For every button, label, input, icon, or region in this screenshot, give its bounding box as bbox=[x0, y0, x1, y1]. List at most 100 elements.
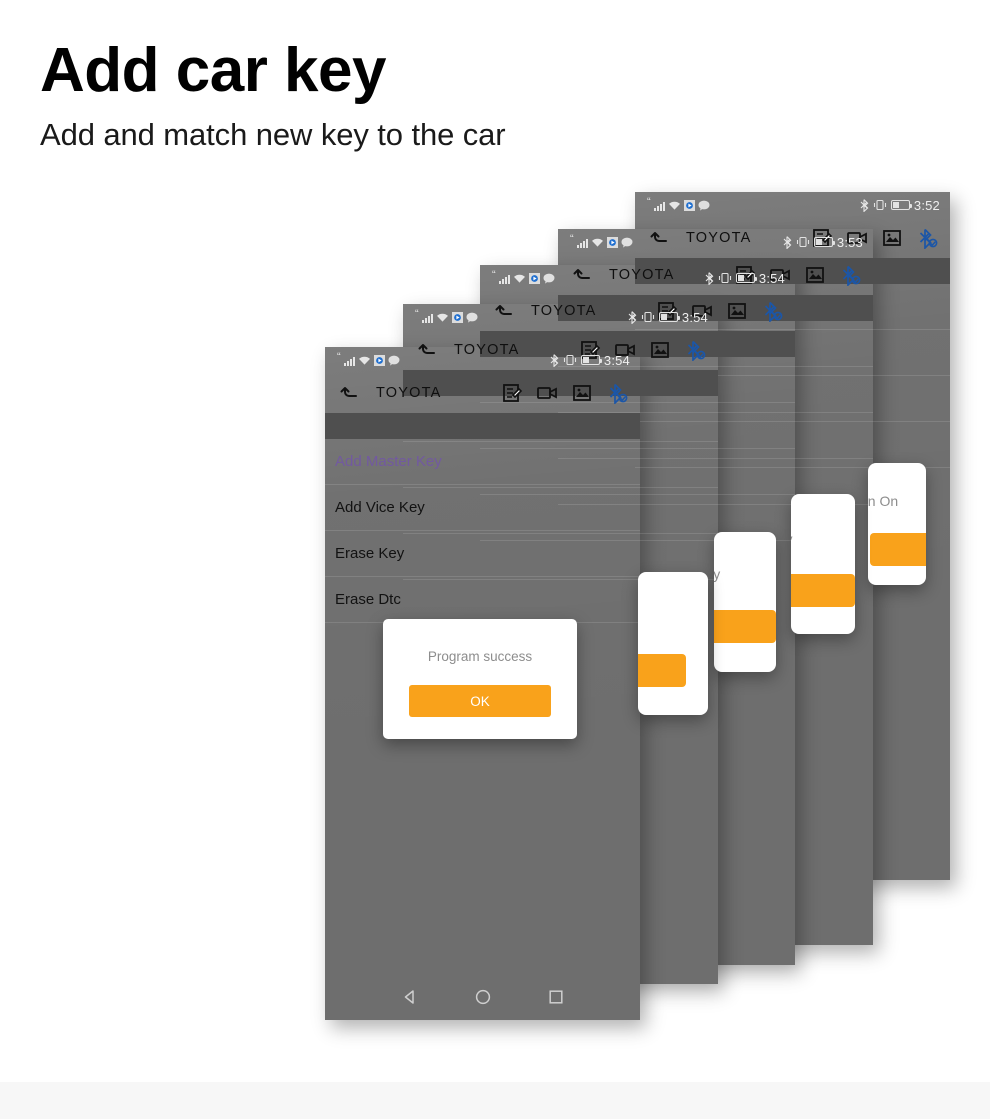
status-bar-right: 3:54 bbox=[705, 271, 785, 286]
dialog-phone-5: on On bbox=[868, 463, 926, 585]
image-icon[interactable] bbox=[571, 382, 593, 404]
battery-icon bbox=[580, 355, 602, 365]
menu-item-add-master-key[interactable]: Add Master Key bbox=[325, 439, 640, 485]
bluetooth-icon bbox=[705, 271, 714, 285]
wifi-icon bbox=[668, 200, 681, 211]
vibrate-icon bbox=[873, 199, 887, 211]
dialog-ok-button[interactable] bbox=[714, 610, 776, 643]
bluetooth-disconnected-icon[interactable] bbox=[761, 300, 783, 322]
wifi-icon bbox=[358, 355, 371, 366]
home-circle-icon[interactable] bbox=[474, 988, 492, 1006]
quote-glyph: “ bbox=[337, 351, 341, 363]
dialog-phone-3: ecurity bbox=[714, 532, 776, 672]
bluetooth-disconnected-icon[interactable] bbox=[839, 264, 861, 286]
status-bar-left: “ bbox=[337, 351, 400, 366]
signal-4g-icon bbox=[576, 237, 588, 248]
signal-4g-icon bbox=[653, 200, 665, 211]
status-bar: “ 3:54 bbox=[480, 265, 795, 291]
back-arrow-icon[interactable] bbox=[338, 381, 362, 405]
status-bar-time: 3:54 bbox=[603, 352, 630, 368]
dialog-ok-button[interactable] bbox=[870, 533, 926, 566]
menu-item-erase-key[interactable]: Erase Key bbox=[325, 531, 640, 577]
status-bar: “ 3:54 bbox=[403, 304, 718, 330]
battery-icon bbox=[735, 273, 757, 283]
status-bar-time: 3:52 bbox=[913, 197, 940, 213]
dialog-message: e key bbox=[791, 531, 792, 547]
toolbar-subband bbox=[325, 413, 640, 439]
page-root: Add car key Add and match new key to the… bbox=[0, 0, 990, 1119]
message-icon bbox=[698, 200, 710, 211]
status-bar-left: “ bbox=[415, 308, 478, 323]
image-icon[interactable] bbox=[881, 227, 903, 249]
bluetooth-icon bbox=[628, 310, 637, 324]
message-icon bbox=[388, 355, 400, 366]
signal-4g-icon bbox=[421, 312, 433, 323]
phone-stack: “ 3:52 TOYOTA n On “ 3:53 TOYOTA “ 3:54 … bbox=[0, 0, 990, 1119]
message-icon bbox=[466, 312, 478, 323]
wifi-icon bbox=[591, 237, 604, 248]
program-success-dialog: Program success OK bbox=[383, 619, 577, 739]
signal-4g-icon bbox=[498, 273, 510, 284]
video-camera-icon[interactable] bbox=[536, 382, 558, 404]
dialog-ok-button[interactable] bbox=[791, 574, 855, 607]
message-icon bbox=[621, 237, 633, 248]
quote-glyph: “ bbox=[415, 308, 419, 320]
quote-glyph: “ bbox=[492, 269, 496, 281]
vibrate-icon bbox=[718, 272, 732, 284]
status-bar-right: 3:54 bbox=[628, 310, 708, 325]
back-triangle-icon[interactable] bbox=[401, 988, 419, 1006]
recents-square-icon[interactable] bbox=[547, 988, 565, 1006]
dialog-phone-2: s, do bbox=[638, 572, 708, 715]
app-notification-icon bbox=[606, 236, 618, 248]
vibrate-icon bbox=[641, 311, 655, 323]
status-bar-time: 3:54 bbox=[681, 309, 708, 325]
vibrate-icon bbox=[563, 354, 577, 366]
message-icon bbox=[543, 273, 555, 284]
wifi-icon bbox=[513, 273, 526, 284]
status-bar-left: “ bbox=[570, 233, 633, 248]
quote-glyph: “ bbox=[647, 196, 651, 208]
dialog-ok-button[interactable] bbox=[638, 654, 686, 687]
quote-glyph: “ bbox=[570, 233, 574, 245]
bluetooth-icon bbox=[783, 235, 792, 249]
battery-icon bbox=[813, 237, 835, 247]
status-bar: “ 3:54 bbox=[325, 347, 640, 373]
menu-item-erase-dtc[interactable]: Erase Dtc bbox=[325, 577, 640, 623]
toolbar-actions bbox=[501, 382, 628, 404]
dialog-message: Program success bbox=[427, 649, 533, 664]
dialog-message: on On bbox=[868, 493, 899, 509]
image-icon[interactable] bbox=[649, 339, 671, 361]
bluetooth-icon bbox=[860, 198, 869, 212]
status-bar: “ 3:52 bbox=[635, 192, 950, 218]
bottom-band bbox=[0, 1082, 990, 1119]
toolbar-title: TOYOTA bbox=[376, 385, 442, 401]
image-icon[interactable] bbox=[726, 300, 748, 322]
bluetooth-icon bbox=[550, 353, 559, 367]
app-notification-icon bbox=[373, 354, 385, 366]
status-bar-time: 3:53 bbox=[836, 234, 863, 250]
status-bar-right: 3:54 bbox=[550, 353, 630, 368]
status-bar-left: “ bbox=[647, 196, 710, 211]
status-bar-right: 3:52 bbox=[860, 198, 940, 213]
status-bar-time: 3:54 bbox=[758, 270, 785, 286]
menu-item-add-vice-key[interactable]: Add Vice Key bbox=[325, 485, 640, 531]
image-icon[interactable] bbox=[804, 264, 826, 286]
status-bar-right: 3:53 bbox=[783, 235, 863, 250]
battery-icon bbox=[658, 312, 680, 322]
note-edit-icon[interactable] bbox=[501, 382, 523, 404]
app-notification-icon bbox=[683, 199, 695, 211]
app-toolbar: TOYOTA bbox=[325, 373, 640, 413]
status-bar-left: “ bbox=[492, 269, 555, 284]
dialog-message: ecurity bbox=[714, 566, 721, 582]
bluetooth-disconnected-icon[interactable] bbox=[916, 227, 938, 249]
signal-4g-icon bbox=[343, 355, 355, 366]
android-nav-bar bbox=[325, 974, 640, 1020]
app-notification-icon bbox=[451, 311, 463, 323]
bluetooth-disconnected-icon[interactable] bbox=[606, 382, 628, 404]
vibrate-icon bbox=[796, 236, 810, 248]
app-notification-icon bbox=[528, 272, 540, 284]
battery-icon bbox=[890, 200, 912, 210]
dialog-ok-button[interactable]: OK bbox=[409, 685, 551, 717]
bluetooth-disconnected-icon[interactable] bbox=[684, 339, 706, 361]
status-bar: “ 3:53 bbox=[558, 229, 873, 255]
